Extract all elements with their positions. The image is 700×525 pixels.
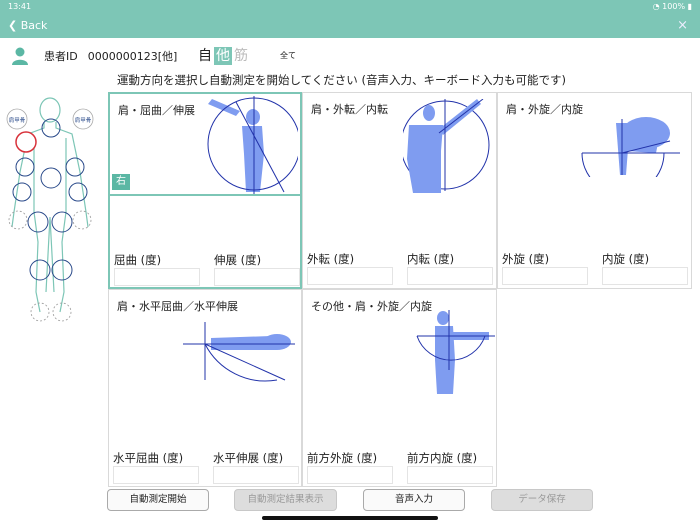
forward-external-rotation-label: 前方外旋 (度) xyxy=(307,451,378,465)
panel-title: 肩・外旋／内旋 xyxy=(506,103,583,116)
wifi-icon: ◔ xyxy=(652,2,660,11)
patient-id-value: 0000000123[他] xyxy=(87,50,178,63)
all-button[interactable]: 全て xyxy=(280,50,296,61)
instruction-text: 運動方向を選択し自動測定を開始してください (音声入力、キーボード入力も可能です… xyxy=(117,73,566,87)
panel-title: 肩・水平屈曲／水平伸展 xyxy=(117,300,238,313)
other-rotation-illustration xyxy=(416,310,495,394)
internal-rotation-label: 内旋 (度) xyxy=(602,252,650,266)
battery-percent: 100% xyxy=(662,2,686,11)
voice-input-button[interactable]: 音声入力 xyxy=(363,489,465,511)
forward-internal-rotation-input[interactable] xyxy=(407,466,493,484)
internal-rotation-input[interactable] xyxy=(602,267,688,285)
mode-self[interactable]: 自 xyxy=(196,47,214,65)
external-rotation-label: 外旋 (度) xyxy=(502,252,550,266)
clock: 13:41 xyxy=(8,2,32,11)
home-indicator xyxy=(262,516,438,520)
save-data-button[interactable]: データ保存 xyxy=(491,489,593,511)
external-rotation-input[interactable] xyxy=(502,267,588,285)
extension-input[interactable] xyxy=(214,268,300,286)
scapula-left-marker[interactable]: 肩甲骨 xyxy=(6,108,28,130)
panel-shoulder-horizontal-flexion-extension[interactable]: 肩・水平屈曲／水平伸展 水平屈曲 (度) 水平伸展 (度) xyxy=(108,289,302,487)
horizontal-flexion-input[interactable] xyxy=(113,466,199,484)
abduction-input[interactable] xyxy=(307,267,393,285)
patient-info: 患者ID 0000000123[他] xyxy=(10,45,177,67)
right-shoulder-marker[interactable] xyxy=(15,131,37,153)
flexion-label: 屈曲 (度) xyxy=(114,253,162,267)
shoulder-flexion-illustration xyxy=(207,96,298,194)
panel-other-shoulder-rotation[interactable]: その他・肩・外旋／内旋 前方外旋 (度) 前方内旋 (度) xyxy=(302,289,497,487)
horizontal-extension-label: 水平伸展 (度) xyxy=(213,451,284,465)
show-results-button[interactable]: 自動測定結果表示 xyxy=(234,489,337,511)
nav-bar: ❮ Back × xyxy=(0,14,700,38)
forward-external-rotation-input[interactable] xyxy=(307,466,393,484)
chevron-left-icon: ❮ xyxy=(8,19,18,32)
flexion-input[interactable] xyxy=(114,268,200,286)
scapula-right-label: 肩甲骨 xyxy=(75,116,92,124)
battery-icon: ▮ xyxy=(687,2,692,11)
mode-selector: 自 他 筋 xyxy=(196,47,250,65)
panel-shoulder-flexion-extension[interactable]: 肩・屈曲／伸展 右 xyxy=(108,92,302,196)
back-label: Back xyxy=(20,19,48,32)
panel-shoulder-external-internal-rotation[interactable]: 肩・外旋／内旋 外旋 (度) 内旋 (度) xyxy=(497,92,692,289)
body-map: 肩甲骨 肩甲骨 xyxy=(6,97,94,322)
adduction-label: 内転 (度) xyxy=(407,252,455,266)
horizontal-flexion-label: 水平屈曲 (度) xyxy=(113,451,184,465)
patient-id-label: 患者ID xyxy=(44,50,78,63)
status-bar: 13:41 ◔ 100% ▮ xyxy=(0,0,700,14)
mode-other[interactable]: 他 xyxy=(214,47,232,65)
panel-title: 肩・屈曲／伸展 xyxy=(118,104,195,117)
shoulder-horizontal-illustration xyxy=(183,322,295,382)
mode-muscle[interactable]: 筋 xyxy=(232,47,250,65)
body-outline xyxy=(11,97,89,313)
back-button[interactable]: ❮ Back xyxy=(8,18,47,34)
shoulder-abduction-illustration xyxy=(403,99,490,193)
start-auto-measure-button[interactable]: 自動測定開始 xyxy=(107,489,209,511)
person-icon xyxy=(12,47,28,65)
side-badge-right[interactable]: 右 xyxy=(112,174,130,190)
scapula-left-label: 肩甲骨 xyxy=(9,116,26,124)
forward-internal-rotation-label: 前方内旋 (度) xyxy=(407,451,478,465)
adduction-input[interactable] xyxy=(407,267,493,285)
status-icons: ◔ 100% ▮ xyxy=(653,0,692,14)
extension-label: 伸展 (度) xyxy=(214,253,262,267)
shoulder-rotation-illustration xyxy=(581,117,680,177)
close-button[interactable]: × xyxy=(677,18,688,34)
horizontal-extension-input[interactable] xyxy=(213,466,299,484)
scapula-right-marker[interactable]: 肩甲骨 xyxy=(72,108,94,130)
abduction-label: 外転 (度) xyxy=(307,252,355,266)
panel-title: 肩・外転／内転 xyxy=(311,103,388,116)
panel-shoulder-flexion-extension-inputs: 屈曲 (度) 伸展 (度) xyxy=(108,196,302,289)
panel-shoulder-abduction-adduction[interactable]: 肩・外転／内転 外転 (度) 内転 (度) xyxy=(302,92,497,289)
